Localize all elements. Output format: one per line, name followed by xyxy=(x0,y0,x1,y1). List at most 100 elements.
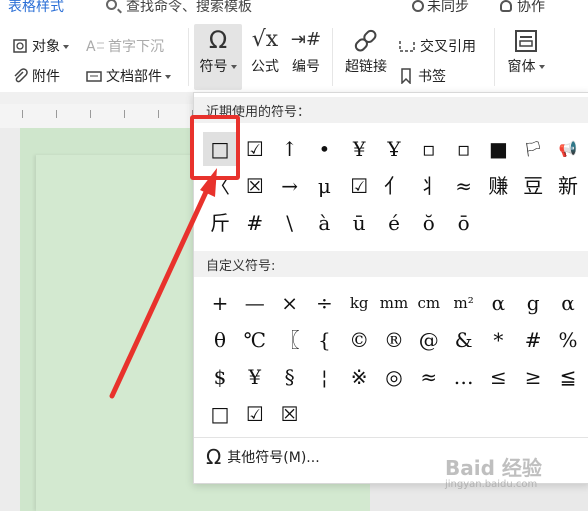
recent-symbol-cell[interactable]: • xyxy=(307,132,341,166)
custom-symbol-cell[interactable]: … xyxy=(447,360,481,394)
custom-symbol-cell[interactable]: © xyxy=(342,323,376,357)
vertical-ruler xyxy=(0,128,20,511)
recent-symbol-cell[interactable]: ō xyxy=(447,206,481,240)
horizontal-ruler xyxy=(0,104,200,128)
recent-symbol-cell[interactable]: ū xyxy=(342,206,376,240)
custom-symbol-cell[interactable]: ¦ xyxy=(307,360,341,394)
document-parts-button[interactable]: 文档部件 xyxy=(86,66,171,86)
custom-symbol-cell[interactable]: * xyxy=(481,323,515,357)
custom-symbol-cell[interactable]: ※ xyxy=(342,360,376,394)
custom-symbol-cell[interactable]: g xyxy=(516,286,550,320)
add-user-icon xyxy=(500,0,512,12)
recent-symbol-cell[interactable]: à xyxy=(307,206,341,240)
custom-symbol-cell[interactable]: # xyxy=(516,323,550,357)
recent-symbol-cell[interactable]: 📢 xyxy=(551,132,585,166)
object-icon xyxy=(13,39,27,53)
custom-symbol-cell[interactable]: ≥ xyxy=(516,360,550,394)
insert-ribbon: 对象 A 首字下沉 附件 文档部件 Ω 符号 √x 公式 ⇥# 编号 超链接 交叉… xyxy=(0,22,588,92)
formula-icon: √x xyxy=(251,27,279,52)
recent-symbol-cell[interactable]: 🏳 xyxy=(516,132,550,166)
recent-symbol-cell[interactable]: → xyxy=(273,169,307,203)
custom-symbol-cell[interactable]: kg xyxy=(342,286,376,320)
custom-symbol-cell[interactable]: ◎ xyxy=(377,360,411,394)
panel-divider xyxy=(194,437,588,438)
custom-symbol-cell[interactable]: ≤ xyxy=(481,360,515,394)
recent-symbol-cell[interactable]: é xyxy=(377,206,411,240)
custom-symbol-cell[interactable]: { xyxy=(307,323,341,357)
custom-symbol-cell[interactable]: ℃ xyxy=(238,323,272,357)
object-button[interactable]: 对象 xyxy=(12,36,69,56)
custom-symbol-cell[interactable]: ÷ xyxy=(307,286,341,320)
custom-symbol-cell[interactable]: ☒ xyxy=(273,397,307,431)
omega-icon: Ω xyxy=(208,26,228,54)
chevron-down-icon xyxy=(165,75,171,79)
recent-symbol-cell[interactable]: \ xyxy=(273,206,307,240)
recent-symbol-cell[interactable]: ☑ xyxy=(238,132,272,166)
recent-symbol-cell[interactable]: μ xyxy=(307,169,341,203)
custom-symbol-cell[interactable]: α xyxy=(551,286,585,320)
numbering-button[interactable]: ⇥# 编号 xyxy=(288,24,324,76)
numbering-icon: ⇥# xyxy=(290,29,322,50)
attachment-button[interactable]: 附件 xyxy=(12,66,60,86)
collaborate-button[interactable]: 协作 xyxy=(500,0,545,16)
form-window-button[interactable]: 窗体 xyxy=(502,24,550,76)
more-symbols-button[interactable]: Ω 其他符号(M)... xyxy=(206,445,320,469)
custom-symbol-cell[interactable]: ☑ xyxy=(238,397,272,431)
custom-symbol-cell[interactable]: ≈ xyxy=(412,360,446,394)
custom-symbol-cell[interactable]: + xyxy=(203,286,237,320)
recent-symbol-cell[interactable]: ☑ xyxy=(342,169,376,203)
recent-symbol-cell[interactable]: ■ xyxy=(481,132,515,166)
bookmark-button[interactable]: 书签 xyxy=(398,66,446,86)
recent-symbol-cell[interactable]: ▫ xyxy=(447,132,481,166)
sync-status-button[interactable]: 未同步 xyxy=(412,0,469,16)
recent-symbol-cell[interactable]: 豆 xyxy=(516,169,550,203)
bookmark-icon xyxy=(401,68,411,84)
highlight-box xyxy=(190,115,240,180)
custom-symbols-header: 自定义符号: xyxy=(194,251,588,277)
formula-button[interactable]: √x 公式 xyxy=(246,24,284,76)
custom-symbol-cell[interactable]: ® xyxy=(377,323,411,357)
custom-symbol-cell[interactable]: □ xyxy=(203,397,237,431)
command-search[interactable]: 查找命令、搜索模板 xyxy=(100,0,280,18)
custom-symbol-cell[interactable]: $ xyxy=(203,360,237,394)
cross-reference-button[interactable]: 交叉引用 xyxy=(398,36,476,56)
recent-symbol-cell[interactable]: 新 xyxy=(551,169,585,203)
custom-symbol-cell[interactable]: θ xyxy=(203,323,237,357)
recent-symbol-cell[interactable]: 亻 xyxy=(377,169,411,203)
recent-symbol-cell[interactable]: ▫ xyxy=(412,132,446,166)
watermark: Baid 经验 jingyan.baidu.com xyxy=(445,456,542,490)
link-icon xyxy=(340,24,392,56)
custom-symbol-cell[interactable]: ¥ xyxy=(238,360,272,394)
custom-symbol-cell[interactable]: % xyxy=(551,323,585,357)
recent-symbol-cell[interactable]: 丬 xyxy=(412,169,446,203)
custom-symbol-cell[interactable]: × xyxy=(273,286,307,320)
search-icon xyxy=(106,0,117,10)
dropcap-button[interactable]: A 首字下沉 xyxy=(86,36,164,56)
recent-symbol-cell[interactable]: 赚 xyxy=(481,169,515,203)
custom-symbol-cell[interactable]: m² xyxy=(447,286,481,320)
recent-symbol-cell[interactable]: # xyxy=(238,206,272,240)
custom-symbol-cell[interactable]: 〖 xyxy=(273,323,307,357)
recent-symbol-cell[interactable]: ¥ xyxy=(342,132,376,166)
recent-symbol-cell[interactable]: ↑ xyxy=(273,132,307,166)
recent-symbol-cell[interactable]: ŏ xyxy=(412,206,446,240)
paperclip-icon xyxy=(14,68,28,83)
recent-symbol-cell[interactable]: 斤 xyxy=(203,206,237,240)
ribbon-divider xyxy=(494,28,495,86)
custom-symbol-cell[interactable]: — xyxy=(238,286,272,320)
recent-symbol-cell[interactable]: ≈ xyxy=(447,169,481,203)
custom-symbol-cell[interactable]: cm xyxy=(412,286,446,320)
custom-symbol-cell[interactable]: mm xyxy=(377,286,411,320)
custom-symbol-cell[interactable]: ≦ xyxy=(551,360,585,394)
chevron-down-icon xyxy=(538,65,545,69)
custom-symbol-cell[interactable]: § xyxy=(273,360,307,394)
form-icon xyxy=(502,24,550,56)
recent-symbol-cell[interactable]: ☒ xyxy=(238,169,272,203)
symbol-button[interactable]: Ω 符号 xyxy=(194,24,242,90)
hyperlink-button[interactable]: 超链接 xyxy=(340,24,392,76)
custom-symbol-cell[interactable]: & xyxy=(447,323,481,357)
recent-symbol-cell[interactable]: Ұ xyxy=(377,132,411,166)
tab-table-style[interactable]: 表格样式 xyxy=(8,0,64,16)
custom-symbol-cell[interactable]: @ xyxy=(412,323,446,357)
custom-symbol-cell[interactable]: α xyxy=(481,286,515,320)
